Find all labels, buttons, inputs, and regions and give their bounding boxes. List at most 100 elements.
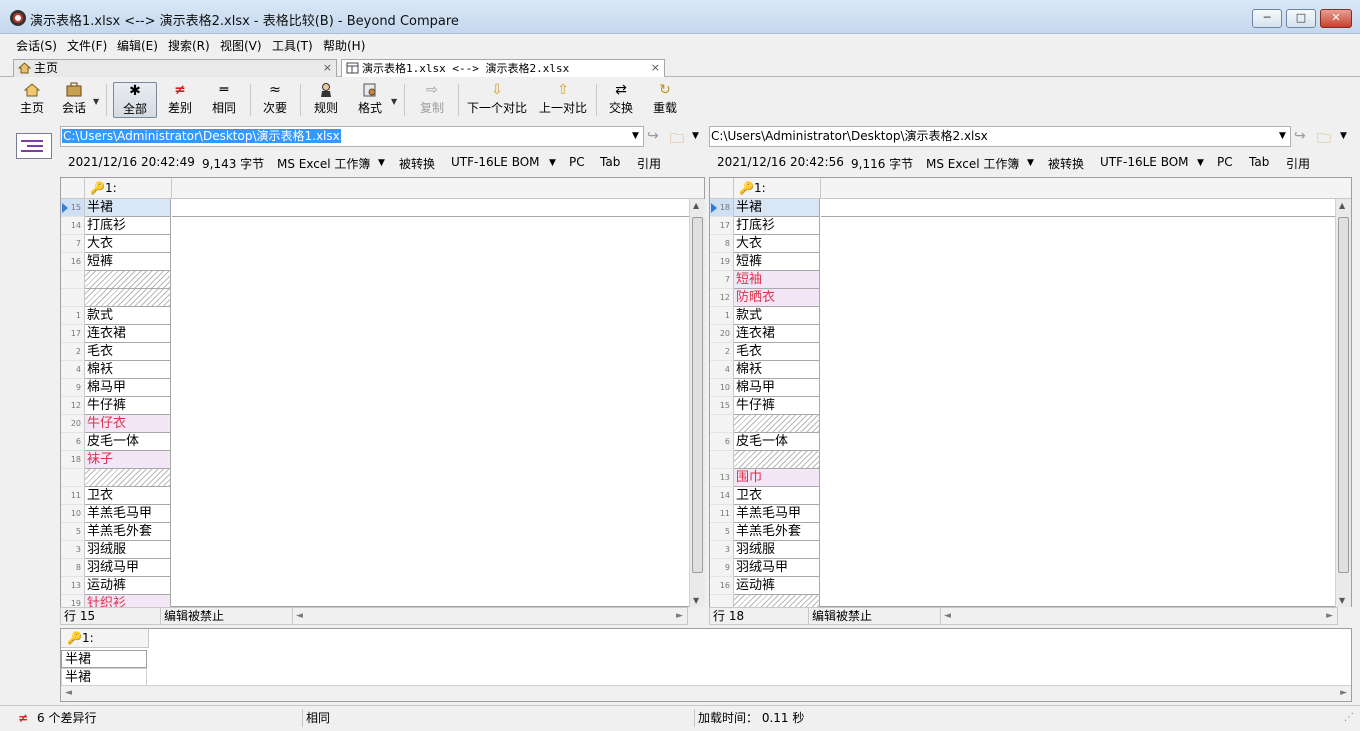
row-cell[interactable] [734, 415, 820, 433]
show-all-button[interactable]: ✱ 全部 [113, 82, 157, 118]
scroll-right-icon[interactable]: ► [1340, 688, 1347, 698]
table-row[interactable]: 14 打底衫 [61, 217, 172, 235]
row-cell[interactable]: 毛衣 [85, 343, 171, 361]
table-row[interactable] [61, 271, 172, 289]
table-row[interactable]: 16 短裤 [61, 253, 172, 271]
row-cell[interactable]: 短裤 [85, 253, 171, 271]
right-path-input[interactable]: C:\Users\Administrator\Desktop\演示表格2.xls… [709, 126, 1291, 147]
session-dropdown-icon[interactable]: ▼ [93, 97, 99, 106]
table-row[interactable]: 18 袜子 [61, 451, 172, 469]
row-cell[interactable]: 围巾 [734, 469, 820, 487]
table-row[interactable]: 6 皮毛一体 [710, 433, 821, 451]
table-row[interactable]: 14 卫衣 [710, 487, 821, 505]
row-cell[interactable]: 运动裤 [85, 577, 171, 595]
right-browse-dropdown-icon[interactable]: ▼ [1340, 131, 1347, 141]
table-row[interactable]: 12 牛仔裤 [61, 397, 172, 415]
table-row[interactable]: 1 款式 [61, 307, 172, 325]
left-horizontal-scrollbar[interactable]: ◄ ► [293, 608, 687, 624]
tab-compare-close-icon[interactable]: × [651, 60, 660, 76]
row-cell[interactable]: 袜子 [85, 451, 171, 469]
tab-compare[interactable]: 演示表格1.xlsx <--> 演示表格2.xlsx × [341, 59, 665, 77]
table-row[interactable]: 20 牛仔衣 [61, 415, 172, 433]
row-detail-pane[interactable]: 🔑1: 半裙 半裙 ◄ ► [60, 628, 1352, 702]
reload-button[interactable]: ↻ 重载 [646, 82, 684, 118]
prev-diff-button[interactable]: ⇧ 上一对比 [536, 82, 590, 118]
right-column-header[interactable]: 🔑1: [734, 178, 821, 199]
show-diffs-button[interactable]: ≠ 差别 [160, 82, 200, 118]
menu-help[interactable]: 帮助(H) [323, 37, 365, 54]
maximize-button[interactable]: □ [1286, 9, 1316, 28]
table-row[interactable]: 15 半裙 [61, 199, 172, 217]
session-button[interactable]: 会话 [56, 82, 92, 118]
table-row[interactable]: 17 连衣裙 [61, 325, 172, 343]
row-cell[interactable]: 短裤 [734, 253, 820, 271]
menu-view[interactable]: 视图(V) [220, 37, 262, 54]
left-column-header[interactable]: 🔑1: [85, 178, 172, 199]
table-row[interactable] [61, 289, 172, 307]
table-row[interactable]: 16 运动裤 [710, 577, 821, 595]
row-cell[interactable]: 羽绒马甲 [734, 559, 820, 577]
row-cell[interactable]: 防晒衣 [734, 289, 820, 307]
left-data-grid[interactable]: 🔑1: 15 半裙 14 打底衫 7 大衣 16 短裤 1 款式 17 连衣裙 2 毛衣 4 棉袄 9 棉马甲 12… [60, 177, 705, 613]
row-cell[interactable]: 棉袄 [734, 361, 820, 379]
right-format-dropdown-icon[interactable]: ▼ [1027, 158, 1034, 168]
minor-button[interactable]: ≈ 次要 [255, 82, 295, 118]
left-vertical-scrollbar[interactable]: ▲ ▼ [689, 199, 705, 607]
left-format-dropdown-icon[interactable]: ▼ [378, 158, 385, 168]
table-row[interactable]: 1 款式 [710, 307, 821, 325]
table-row[interactable]: 10 羊羔毛马甲 [61, 505, 172, 523]
row-cell[interactable]: 羽绒服 [734, 541, 820, 559]
row-cell[interactable]: 连衣裙 [85, 325, 171, 343]
scroll-left-icon[interactable]: ◄ [65, 688, 72, 698]
row-cell[interactable] [85, 289, 171, 307]
row-cell[interactable]: 款式 [85, 307, 171, 325]
next-diff-button[interactable]: ⇩ 下一个对比 [464, 82, 530, 118]
resize-grip-icon[interactable]: ⋰ [1344, 709, 1354, 727]
format-button[interactable]: 格式 [350, 82, 390, 118]
row-cell[interactable]: 棉马甲 [85, 379, 171, 397]
show-same-button[interactable]: ═ 相同 [204, 82, 244, 118]
left-encoding-dropdown-icon[interactable]: ▼ [549, 158, 556, 168]
right-encoding-dropdown-icon[interactable]: ▼ [1197, 158, 1204, 168]
row-cell[interactable]: 大衣 [85, 235, 171, 253]
right-scroll-thumb[interactable] [1338, 217, 1349, 573]
table-row[interactable]: 4 棉袄 [710, 361, 821, 379]
table-row[interactable]: 11 羊羔毛马甲 [710, 505, 821, 523]
row-cell[interactable]: 棉袄 [85, 361, 171, 379]
row-cell[interactable]: 羽绒服 [85, 541, 171, 559]
minimize-button[interactable]: ─ [1252, 9, 1282, 28]
table-row[interactable]: 19 短裤 [710, 253, 821, 271]
table-row[interactable]: 18 半裙 [710, 199, 821, 217]
row-cell[interactable]: 运动裤 [734, 577, 820, 595]
close-button[interactable]: ✕ [1320, 9, 1352, 28]
row-cell[interactable]: 半裙 [85, 199, 171, 217]
table-row[interactable] [710, 415, 821, 433]
row-cell[interactable]: 羊羔毛马甲 [85, 505, 171, 523]
row-cell[interactable]: 皮毛一体 [734, 433, 820, 451]
left-history-icon[interactable]: ↪ [647, 128, 659, 144]
table-row[interactable]: 9 棉马甲 [61, 379, 172, 397]
right-vertical-scrollbar[interactable]: ▲ ▼ [1335, 199, 1351, 607]
detail-right-value[interactable]: 半裙 [61, 668, 147, 686]
table-row[interactable]: 10 棉马甲 [710, 379, 821, 397]
right-encoding[interactable]: UTF-16LE BOM [1100, 155, 1189, 169]
row-cell[interactable]: 短袖 [734, 271, 820, 289]
row-cell[interactable] [85, 469, 171, 487]
menu-search[interactable]: 搜索(R) [168, 37, 210, 54]
table-row[interactable]: 5 羊羔毛外套 [710, 523, 821, 541]
table-row[interactable]: 9 羽绒马甲 [710, 559, 821, 577]
row-cell[interactable]: 半裙 [734, 199, 820, 217]
menu-session[interactable]: 会话(S) [16, 37, 57, 54]
table-row[interactable] [710, 451, 821, 469]
table-row[interactable]: 13 围巾 [710, 469, 821, 487]
tab-home[interactable]: 主页 × [13, 59, 337, 77]
table-row[interactable] [61, 469, 172, 487]
row-cell[interactable]: 打底衫 [734, 217, 820, 235]
swap-button[interactable]: ⇄ 交换 [602, 82, 640, 118]
row-cell[interactable]: 羊羔毛马甲 [734, 505, 820, 523]
table-row[interactable]: 4 棉袄 [61, 361, 172, 379]
right-browse-folder-icon[interactable]: 🗀 [1317, 128, 1331, 152]
row-cell[interactable]: 大衣 [734, 235, 820, 253]
row-cell[interactable]: 牛仔衣 [85, 415, 171, 433]
table-row[interactable]: 3 羽绒服 [61, 541, 172, 559]
